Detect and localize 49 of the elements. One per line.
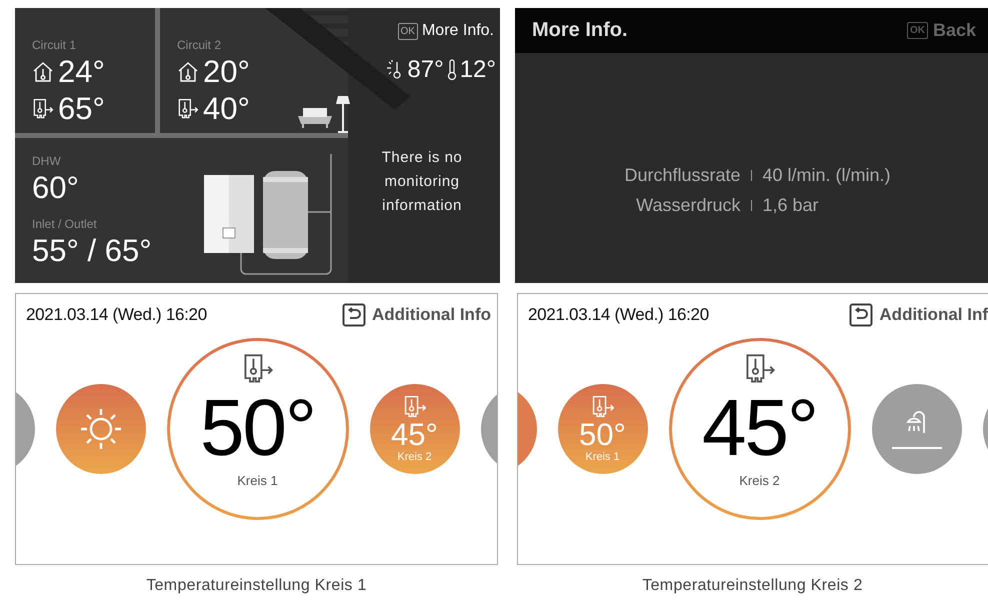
info-value: 1,6 bar xyxy=(762,195,820,216)
flow-temperature-icon xyxy=(744,353,776,385)
date-time: 2021.03.14 (Wed.) 16:20 xyxy=(528,305,709,325)
back-button[interactable]: OK Back xyxy=(900,19,982,42)
thermometer-icon xyxy=(446,59,458,81)
circuit-label: Circuit 1 xyxy=(32,38,78,52)
dhw-temperature: 60° xyxy=(32,170,80,205)
flow-temperature-icon xyxy=(590,395,614,419)
set-temperature: 50° xyxy=(200,385,315,471)
additional-info-button[interactable]: Additional Info xyxy=(342,303,491,327)
room-temperature-icon xyxy=(177,60,199,82)
ok-key-label: OK xyxy=(398,22,418,40)
circuit-label: Circuit 2 xyxy=(177,38,222,52)
ok-key-label: OK xyxy=(906,22,928,39)
room-temperature-icon xyxy=(32,60,54,82)
flow-temperature: 65° xyxy=(58,91,105,126)
flow-temperature-icon xyxy=(177,98,199,120)
circuit-label: Kreis 1 xyxy=(237,473,278,488)
date-time: 2021.03.14 (Wed.) 16:20 xyxy=(26,305,207,325)
info-value: 40 l/min. (l/min.) xyxy=(762,165,892,186)
info-label: Durchflussrate xyxy=(624,165,740,186)
inlet-outlet-temperature: 55° / 65° xyxy=(32,233,152,268)
sun-icon xyxy=(78,407,122,451)
flow-temperature-icon xyxy=(402,395,426,419)
screen-title: More Info. xyxy=(532,19,628,42)
return-icon xyxy=(849,303,874,327)
flow-temperature-icon xyxy=(242,353,274,385)
room-temperature: 20° xyxy=(203,54,250,89)
circuit-temperature: 50° xyxy=(579,419,626,451)
circuit-label: Kreis 2 xyxy=(397,451,432,463)
more-info-button[interactable]: OK More Info. xyxy=(396,20,496,42)
info-label: Wasserdruck xyxy=(636,195,740,216)
screen-caption: Temperatureinstellung Kreis 1 xyxy=(146,577,367,595)
outdoor-sun-temperature: 87° xyxy=(407,56,444,84)
dash-line xyxy=(892,446,942,450)
circuit-label: Kreis 1 xyxy=(585,451,620,463)
additional-info-button[interactable]: Additional Inf xyxy=(849,303,988,327)
circuit-label: Kreis 2 xyxy=(739,473,780,488)
return-icon xyxy=(342,303,366,327)
screen-caption: Temperatureinstellung Kreis 2 xyxy=(642,577,863,595)
dhw-label: DHW xyxy=(32,154,62,168)
room-temperature: 24° xyxy=(58,54,105,89)
outdoor-temperature: 12° xyxy=(460,56,496,84)
circuit-temperature: 45° xyxy=(391,419,438,451)
flow-temperature: 40° xyxy=(203,91,250,126)
no-monitoring-message: There is no monitoring information xyxy=(380,148,464,216)
inlet-outlet-label: Inlet / Outlet xyxy=(32,217,98,231)
flow-temperature-icon xyxy=(32,98,54,120)
set-temperature: 45° xyxy=(702,385,817,471)
